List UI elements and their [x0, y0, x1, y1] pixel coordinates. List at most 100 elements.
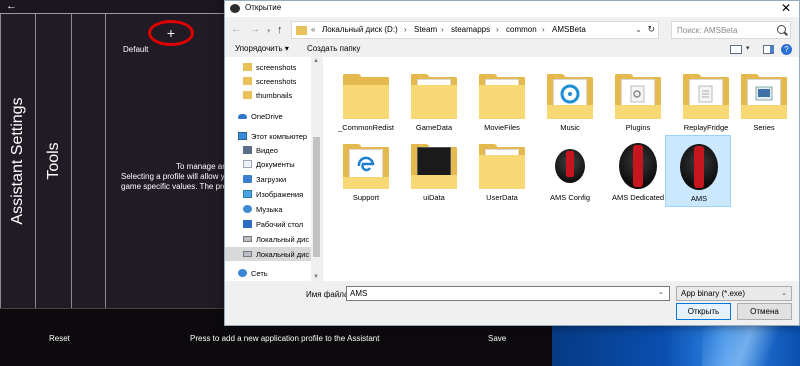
organize-button[interactable]: Упорядочить ▾	[235, 44, 289, 53]
filename-dropdown-icon[interactable]: ⌄	[658, 288, 664, 296]
save-button[interactable]: Save	[488, 334, 506, 343]
file-item-ams-dedicated[interactable]: AMS Dedicated	[605, 135, 671, 207]
add-profile-hint: Press to add a new application profile t…	[190, 334, 380, 343]
reset-button[interactable]: Reset	[49, 334, 70, 343]
dialog-titlebar: Открытие ✕	[225, 1, 799, 17]
new-folder-button[interactable]: Создать папку	[307, 44, 360, 53]
nav-item-local-disk-c[interactable]: Локальный дис	[225, 232, 311, 246]
nav-item-label: Музыка	[256, 205, 283, 214]
back-icon[interactable]: ←	[231, 24, 241, 36]
documents-icon	[243, 160, 252, 168]
file-item-music[interactable]: Music	[537, 65, 603, 137]
file-label: UserData	[486, 193, 518, 202]
desktop-icon	[243, 220, 252, 228]
search-input[interactable]: Поиск: AMSBeta	[671, 21, 791, 39]
nav-item-music[interactable]: Музыка	[225, 202, 311, 216]
file-label: Series	[753, 123, 775, 132]
back-arrow-icon[interactable]: ←	[6, 0, 17, 13]
file-item-gamedata[interactable]: GameData	[401, 65, 467, 137]
filetype-select[interactable]: App binary (*.exe) ⌄	[676, 286, 792, 301]
nav-item-pictures[interactable]: Изображения	[225, 187, 311, 201]
preview-pane-icon[interactable]	[763, 45, 774, 54]
open-button[interactable]: Открыть	[676, 303, 731, 320]
scroll-up-icon[interactable]: ▲	[313, 58, 319, 64]
scrollbar-thumb[interactable]	[313, 137, 320, 257]
help-icon[interactable]: ?	[781, 44, 792, 55]
folder-icon	[296, 26, 307, 35]
file-item-userdata[interactable]: UserData	[469, 135, 535, 207]
network-icon	[238, 269, 247, 277]
search-icon	[777, 25, 786, 34]
nav-item-screenshots[interactable]: screenshots	[225, 60, 311, 74]
file-item-ams-config[interactable]: AMS Config	[537, 135, 603, 207]
breadcrumb-separator: ›	[542, 25, 545, 34]
app-top-strip: ←	[0, 0, 224, 14]
file-item-moviefiles[interactable]: MovieFiles	[469, 65, 535, 137]
nav-item-label: Рабочий стол	[256, 220, 304, 229]
breadcrumb-steamapps[interactable]: steamapps	[451, 25, 490, 34]
nav-item-desktop[interactable]: Рабочий стол	[225, 217, 311, 231]
breadcrumb-drive[interactable]: Локальный диск (D:)	[322, 25, 398, 34]
overflow-chevron-icon[interactable]: «	[311, 25, 315, 34]
file-item-series[interactable]: Series	[731, 65, 797, 137]
file-item-uidata[interactable]: uiData	[401, 135, 467, 207]
nav-item-label: Этот компьютер	[251, 132, 308, 141]
change-view-icon[interactable]	[730, 45, 742, 54]
address-bar[interactable]: « Локальный диск (D:) › Steam › steamapp…	[291, 21, 659, 39]
tab-tools[interactable]: Tools	[36, 14, 72, 308]
nav-item-label: Документы	[256, 160, 295, 169]
nav-item-downloads[interactable]: Загрузки	[225, 172, 311, 186]
dialog-title: Открытие	[245, 3, 282, 12]
up-folder-icon[interactable]: ↑	[277, 24, 283, 36]
computer-icon	[238, 132, 247, 140]
file-label: Support	[352, 193, 380, 202]
file-item-ams[interactable]: AMS	[665, 135, 731, 207]
tab-empty	[72, 14, 106, 308]
address-dropdown-icon[interactable]: ⌄	[635, 25, 642, 34]
nav-item-video[interactable]: Видео	[225, 143, 311, 157]
nav-item-this-pc[interactable]: Этот компьютер	[225, 129, 311, 143]
file-label: uiData	[423, 193, 445, 202]
nav-item-label: screenshots	[256, 63, 297, 72]
add-profile-button[interactable]: +	[148, 20, 194, 46]
nav-item-label: OneDrive	[251, 112, 283, 121]
filename-label: Имя файла:	[306, 290, 351, 299]
nav-item-local-disk-d[interactable]: Локальный дис	[225, 247, 311, 261]
view-options-chevron-icon[interactable]: ▾	[746, 44, 750, 52]
nav-item-onedrive[interactable]: OneDrive	[225, 109, 311, 123]
tab-assistant-settings[interactable]: Assistant Settings	[0, 14, 36, 308]
file-item-support[interactable]: Support	[333, 135, 399, 207]
file-label: AMS Dedicated	[611, 193, 665, 202]
profile-default[interactable]: Default	[123, 45, 148, 54]
breadcrumb-common[interactable]: common	[506, 25, 537, 34]
nav-item-label: Сеть	[251, 269, 268, 278]
nav-item-network[interactable]: Сеть	[225, 266, 311, 280]
filetype-value: App binary (*.exe)	[681, 289, 746, 298]
scroll-down-icon[interactable]: ▼	[313, 274, 319, 280]
refresh-icon[interactable]: ↻	[647, 24, 655, 35]
navigation-pane: screenshots screenshots thumbnails OneDr…	[225, 57, 322, 281]
nav-pane-scrollbar[interactable]: ▲ ▼	[311, 57, 322, 281]
breadcrumb-separator: ›	[496, 25, 499, 34]
file-label: Plugins	[625, 123, 651, 132]
forward-icon[interactable]: →	[250, 24, 260, 36]
recent-locations-icon[interactable]: ▾	[267, 26, 271, 38]
filename-field[interactable]: AMS	[346, 286, 670, 301]
close-icon[interactable]: ✕	[781, 1, 791, 16]
onedrive-icon	[238, 114, 247, 119]
file-item-commonredist[interactable]: _CommonRedist	[333, 65, 399, 137]
tab-tools-label: Tools	[44, 142, 62, 180]
nav-item-screenshots[interactable]: screenshots	[225, 74, 311, 88]
file-item-replayfridge[interactable]: ReplayFridge	[673, 65, 739, 137]
nav-item-thumbnails[interactable]: thumbnails	[225, 88, 311, 102]
drive-icon	[243, 236, 252, 242]
file-label: GameData	[415, 123, 453, 132]
nav-item-label: screenshots	[256, 77, 297, 86]
breadcrumb-steam[interactable]: Steam	[414, 25, 437, 34]
nav-item-label: Локальный дис	[256, 235, 310, 244]
file-label: Music	[560, 123, 580, 132]
nav-item-documents[interactable]: Документы	[225, 157, 311, 171]
cancel-button[interactable]: Отмена	[737, 303, 792, 320]
file-item-plugins[interactable]: Plugins	[605, 65, 671, 137]
breadcrumb-amsbeta[interactable]: AMSBeta	[552, 25, 586, 34]
